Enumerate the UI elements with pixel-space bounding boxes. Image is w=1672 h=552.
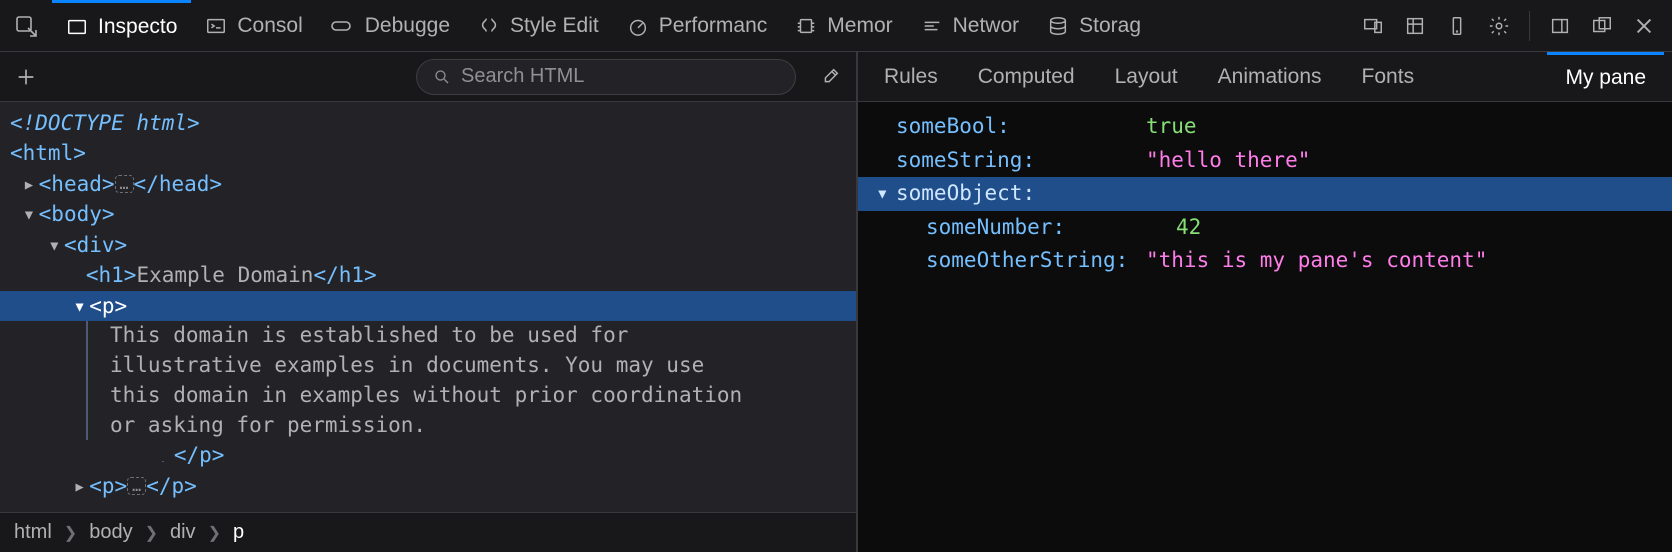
object-row-selected[interactable]: ▾ someObject: — [858, 177, 1672, 211]
doctype[interactable]: <!DOCTYPE html> — [10, 111, 200, 135]
tab-animations[interactable]: Animations — [1200, 52, 1340, 101]
object-row[interactable]: someOtherString: "this is my pane's cont… — [858, 244, 1672, 278]
devtools-toolbar: Inspecto Consol Debugge Style Edit Perfo… — [0, 0, 1672, 52]
object-row[interactable]: someBool: true — [858, 110, 1672, 144]
search-placeholder: Search HTML — [461, 65, 584, 88]
crumb-div[interactable]: div — [170, 521, 196, 544]
divider — [1529, 11, 1530, 41]
value: "hello there" — [1146, 144, 1310, 178]
tool-inspector[interactable]: Inspecto — [52, 0, 191, 51]
twisty-collapsed-icon[interactable]: ▸ — [23, 169, 39, 199]
twisty-expanded-icon[interactable]: ▾ — [23, 199, 39, 229]
p-tag-close[interactable]: </p> — [174, 443, 225, 467]
chevron-right-icon: ❯ — [64, 523, 77, 543]
tool-label: Networ — [953, 14, 1020, 38]
tool-styleeditor[interactable]: Style Edit — [464, 0, 613, 51]
body-tag[interactable]: <body> — [39, 202, 115, 226]
tab-rules[interactable]: Rules — [866, 52, 956, 101]
tool-label: Style Edit — [510, 14, 599, 38]
tab-mypane[interactable]: My pane — [1547, 52, 1664, 101]
device-icon[interactable] — [1439, 8, 1475, 44]
crumb-p[interactable]: p — [233, 521, 244, 544]
search-input[interactable]: Search HTML — [416, 59, 796, 95]
object-row[interactable]: someNumber: 42 — [858, 211, 1672, 245]
settings-icon[interactable] — [1481, 8, 1517, 44]
tab-computed[interactable]: Computed — [960, 52, 1093, 101]
pick-element-button[interactable] — [0, 0, 52, 51]
close-icon[interactable] — [1626, 8, 1662, 44]
crumb-html[interactable]: html — [14, 521, 52, 544]
key: someObject — [896, 181, 1022, 205]
eyedropper-icon[interactable] — [812, 59, 848, 95]
tool-performance[interactable]: Performanc — [613, 0, 782, 51]
crumb-body[interactable]: body — [89, 521, 132, 544]
selected-node[interactable]: ▾<p> — [0, 291, 856, 321]
tool-network[interactable]: Networ — [907, 0, 1034, 51]
tool-console[interactable]: Consol — [191, 0, 316, 51]
head-tag-open[interactable]: <head> — [39, 172, 115, 196]
responsive-design-icon[interactable] — [1355, 8, 1391, 44]
key: someBool — [896, 114, 997, 138]
chevron-right-icon: ❯ — [208, 523, 221, 543]
key: someOtherString — [926, 248, 1116, 272]
object-row[interactable]: someString: "hello there" — [858, 144, 1672, 178]
markup-tree[interactable]: <!DOCTYPE html> <html> ▸<head>…</head> ▾… — [0, 102, 856, 512]
breadcrumb[interactable]: html ❯ body ❯ div ❯ p — [0, 512, 856, 552]
tool-label: Memor — [827, 14, 892, 38]
p2-tag-open[interactable]: <p> — [89, 474, 127, 498]
twisty-expanded-icon[interactable]: ▾ — [48, 230, 64, 260]
tool-label: Storag — [1079, 14, 1141, 38]
object-viewer[interactable]: someBool: true someString: "hello there"… — [858, 102, 1672, 552]
tab-fonts[interactable]: Fonts — [1344, 52, 1433, 101]
div-tag[interactable]: <div> — [64, 233, 127, 257]
h1-tag-close[interactable]: </h1> — [313, 263, 376, 287]
p-text[interactable]: This domain is established to be used fo… — [86, 321, 766, 440]
tool-label: Performanc — [659, 14, 768, 38]
markup-panel: Search HTML <!DOCTYPE html> <html> ▸<hea… — [0, 52, 858, 552]
ellipsis-icon[interactable]: … — [127, 477, 146, 495]
search-icon — [433, 68, 451, 86]
tool-storage[interactable]: Storag — [1033, 0, 1155, 51]
tool-label: Debugge — [365, 14, 450, 38]
dock-side-icon[interactable] — [1542, 8, 1578, 44]
h1-text[interactable]: Example Domain — [136, 263, 313, 287]
p-tag-open[interactable]: <p> — [89, 294, 127, 318]
ellipsis-icon[interactable]: … — [115, 175, 134, 193]
chevron-right-icon: ❯ — [145, 523, 158, 543]
twisty-expanded-icon[interactable]: ▾ — [876, 177, 896, 211]
sidebar-panel: Rules Computed Layout Animations Fonts M… — [858, 52, 1672, 552]
key: someNumber — [926, 215, 1052, 239]
value: 42 — [1176, 211, 1201, 245]
frames-icon[interactable] — [1397, 8, 1433, 44]
add-element-button[interactable] — [8, 59, 44, 95]
tool-memory[interactable]: Memor — [781, 0, 906, 51]
twisty-expanded-icon[interactable]: ▾ — [73, 291, 89, 321]
head-tag-close[interactable]: </head> — [134, 172, 223, 196]
tool-debugger[interactable]: Debugge — [317, 0, 464, 51]
tool-label: Consol — [237, 14, 302, 38]
sidebar-tabs: Rules Computed Layout Animations Fonts M… — [858, 52, 1672, 102]
twisty-collapsed-icon[interactable]: ▸ — [73, 471, 89, 501]
value: "this is my pane's content" — [1146, 244, 1487, 278]
tool-label: Inspecto — [98, 15, 177, 39]
dock-window-icon[interactable] — [1584, 8, 1620, 44]
tab-layout[interactable]: Layout — [1097, 52, 1196, 101]
h1-tag-open[interactable]: <h1> — [86, 263, 137, 287]
html-tag[interactable]: <html> — [10, 141, 86, 165]
p2-tag-close[interactable]: </p> — [146, 474, 197, 498]
key: someString — [896, 148, 1022, 172]
value: true — [1146, 110, 1197, 144]
